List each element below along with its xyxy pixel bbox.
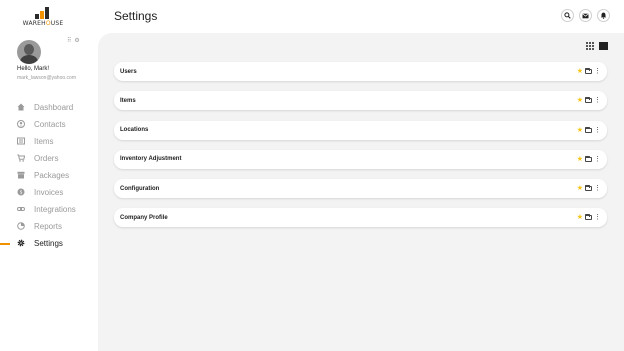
gear-icon [17, 238, 25, 248]
messages-button[interactable] [579, 9, 592, 22]
sidebar-item-items[interactable]: Items [0, 133, 98, 150]
settings-row-label: Items [120, 97, 136, 104]
folder-icon[interactable] [585, 155, 592, 162]
warehouse-logo[interactable]: WAREHOUSE [22, 7, 64, 29]
sidebar-item-integrations[interactable]: Integrations [0, 201, 98, 218]
sidebar-item-invoices[interactable]: $ Invoices [0, 184, 98, 201]
more-vertical-icon[interactable]: ⋮ [594, 68, 601, 75]
settings-panel: Users ★ ⋮ Items ★ ⋮ Locations ★ ⋮ Invent… [98, 33, 624, 351]
row-actions: ★ ⋮ [577, 185, 601, 192]
settings-row-label: Users [120, 68, 137, 75]
grid-view-icon[interactable] [586, 42, 594, 50]
row-actions: ★ ⋮ [577, 126, 601, 134]
package-icon [17, 170, 25, 180]
row-actions: ★ ⋮ [577, 155, 601, 163]
logo-bars-icon [35, 7, 51, 19]
settings-row-configuration[interactable]: Configuration ★ ⋮ [114, 179, 607, 199]
row-actions: ★ ⋮ [577, 97, 601, 104]
apps-icon[interactable]: ⠿ [67, 38, 71, 44]
home-icon [17, 102, 25, 112]
page-title: Settings [114, 9, 158, 23]
mail-icon [582, 13, 589, 18]
svg-text:$: $ [20, 190, 23, 196]
search-button[interactable] [561, 9, 574, 22]
list-view-icon[interactable] [599, 42, 608, 50]
settings-row-label: Locations [120, 127, 149, 134]
folder-icon[interactable] [585, 214, 592, 221]
folder-icon[interactable] [585, 185, 592, 192]
more-vertical-icon[interactable]: ⋮ [594, 127, 601, 134]
report-icon [17, 221, 25, 231]
settings-row-label: Company Profile [120, 214, 168, 221]
settings-row-users[interactable]: Users ★ ⋮ [114, 62, 607, 81]
settings-row-company-profile[interactable]: Company Profile ★ ⋮ [114, 208, 607, 228]
more-vertical-icon[interactable]: ⋮ [594, 156, 601, 163]
star-icon[interactable]: ★ [577, 185, 583, 192]
sidebar-item-dashboard[interactable]: Dashboard [0, 99, 98, 116]
active-indicator [0, 243, 10, 245]
bell-icon [600, 12, 607, 19]
user-email: mark_lawson@yahoo.com [17, 75, 76, 81]
settings-list: Users ★ ⋮ Items ★ ⋮ Locations ★ ⋮ Invent… [114, 62, 607, 238]
user-greeting: Hello, Mark! [17, 66, 50, 72]
more-vertical-icon[interactable]: ⋮ [594, 214, 601, 221]
profile-quick-icons: ⠿ ⚙ [67, 38, 80, 44]
star-icon[interactable]: ★ [577, 97, 583, 104]
invoice-icon: $ [17, 187, 25, 197]
header-actions [561, 9, 610, 22]
logo-text: WAREHOUSE [22, 20, 64, 27]
star-icon[interactable]: ★ [577, 156, 583, 163]
settings-row-items[interactable]: Items ★ ⋮ [114, 91, 607, 111]
settings-row-inventory-adjustment[interactable]: Inventory Adjustment ★ ⋮ [114, 149, 607, 169]
more-vertical-icon[interactable]: ⋮ [594, 185, 601, 192]
settings-row-locations[interactable]: Locations ★ ⋮ [114, 120, 607, 140]
cart-icon [17, 153, 25, 163]
avatar[interactable] [17, 40, 41, 64]
sidebar-item-contacts[interactable]: Contacts [0, 116, 98, 133]
star-icon[interactable]: ★ [577, 127, 583, 134]
folder-icon[interactable] [585, 126, 592, 133]
settings-small-icon[interactable]: ⚙ [74, 38, 79, 44]
star-icon[interactable]: ★ [577, 214, 583, 221]
folder-icon[interactable] [585, 68, 592, 74]
row-actions: ★ ⋮ [577, 68, 601, 75]
settings-row-label: Inventory Adjustment [120, 156, 182, 163]
sidebar-item-packages[interactable]: Packages [0, 167, 98, 184]
settings-row-label: Configuration [120, 185, 160, 192]
star-icon[interactable]: ★ [577, 68, 583, 75]
notifications-button[interactable] [597, 9, 610, 22]
person-icon [17, 119, 25, 129]
items-icon [17, 136, 25, 146]
folder-icon[interactable] [585, 97, 592, 104]
search-icon [564, 12, 571, 19]
sidebar-item-orders[interactable]: Orders [0, 150, 98, 167]
view-toggle [586, 42, 608, 50]
sidebar: WAREHOUSE ⠿ ⚙ Hello, Mark! mark_lawson@y… [0, 0, 98, 351]
sidebar-nav: Dashboard Contacts Items Orders Packages [0, 99, 98, 252]
row-actions: ★ ⋮ [577, 214, 601, 221]
link-icon [17, 204, 25, 214]
sidebar-item-reports[interactable]: Reports [0, 218, 98, 235]
more-vertical-icon[interactable]: ⋮ [594, 97, 601, 104]
sidebar-item-settings[interactable]: Settings [0, 235, 98, 252]
